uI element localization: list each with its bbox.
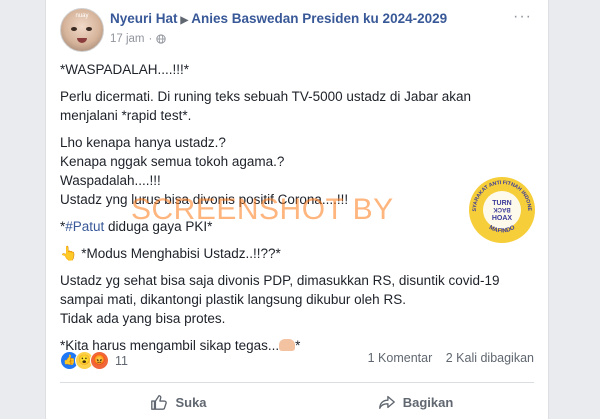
share-arrow-icon	[378, 395, 395, 409]
avatar-mouth	[77, 38, 87, 43]
seal-center-text-2: BACK	[493, 206, 511, 212]
comments-count-link[interactable]: 1 Komentar	[368, 351, 433, 365]
watermark-text: SCREENSHOT BY	[131, 193, 394, 226]
post-names: Nyeuri Hat ▶ Anies Baswedan Presiden ku 20…	[110, 11, 447, 26]
group-link[interactable]: Anies Baswedan Presiden ku 2024-2029	[191, 11, 447, 26]
avatar-eye-right	[86, 27, 92, 31]
post-time[interactable]: 17 jam	[110, 33, 145, 45]
hashtag-link[interactable]: #Patut	[65, 219, 104, 234]
avatar-eye-left	[71, 27, 77, 31]
like-button-label: Suka	[175, 394, 207, 410]
reactions-summary[interactable]: 👍 😮 😡 11	[60, 351, 128, 370]
post-line: menjalani *rapid test*.	[60, 108, 192, 123]
line-text: *Modus Menghabisi Ustadz..!!??*	[77, 246, 281, 261]
mafindo-seal-logo: MASYARAKAT ANTI FITNAH INDONESIA MAFINDO…	[467, 175, 535, 243]
divider	[60, 382, 534, 383]
post-header: nuay Nyeuri Hat ▶ Anies Baswedan Presiden …	[60, 8, 534, 54]
flexed-biceps-icon	[279, 339, 296, 351]
pointing-hand-icon: 👆	[60, 245, 78, 261]
post-meta: 17 jam ·	[110, 33, 167, 45]
seal-center-text-3: HOAX	[492, 215, 513, 222]
post-line: *WASPADALAH....!!!*	[60, 62, 190, 77]
post-line: Perlu dicermati. Di runing teks sebuah T…	[60, 89, 471, 104]
avatar[interactable]: nuay	[60, 8, 104, 52]
more-options-icon[interactable]: ···	[513, 8, 532, 26]
post-stats: 👍 😮 😡 11 1 Komentar 2 Kali dibagikan	[60, 351, 534, 371]
shares-count-link[interactable]: 2 Kali dibagikan	[446, 351, 534, 365]
reaction-count: 11	[115, 353, 128, 368]
post-line: Waspadalah....!!!	[60, 173, 161, 188]
share-button-label: Bagikan	[402, 394, 454, 410]
thumbs-up-icon	[151, 395, 168, 410]
meta-separator: ·	[148, 33, 153, 45]
angry-reaction-icon: 😡	[90, 351, 109, 370]
post-line: 👆 *Modus Menghabisi Ustadz..!!??*	[60, 244, 534, 263]
arrow-right-icon: ▶	[180, 15, 189, 26]
author-link[interactable]: Nyeuri Hat	[110, 11, 178, 26]
stats-right: 1 Komentar 2 Kali dibagikan	[358, 351, 534, 365]
like-button[interactable]: Suka	[60, 385, 297, 419]
share-button[interactable]: Bagikan	[297, 385, 534, 419]
seal-center-text-1: TURN	[492, 200, 511, 207]
post-card: nuay Nyeuri Hat ▶ Anies Baswedan Presiden …	[45, 0, 549, 419]
globe-icon[interactable]	[156, 34, 167, 44]
post-line: Tidak ada yang bisa protes.	[60, 311, 226, 326]
post-actions: Suka Bagikan	[60, 385, 534, 419]
post-line: Ustadz yg sehat bisa saja divonis PDP, d…	[60, 273, 500, 288]
post-line: Lho kenapa hanya ustadz.?	[60, 135, 226, 150]
post-line: sampai mati, dikantongi plastik langsung…	[60, 292, 406, 307]
avatar-caption: nuay	[75, 13, 89, 19]
post-line: Kenapa nggak semua tokoh agama.?	[60, 154, 285, 169]
